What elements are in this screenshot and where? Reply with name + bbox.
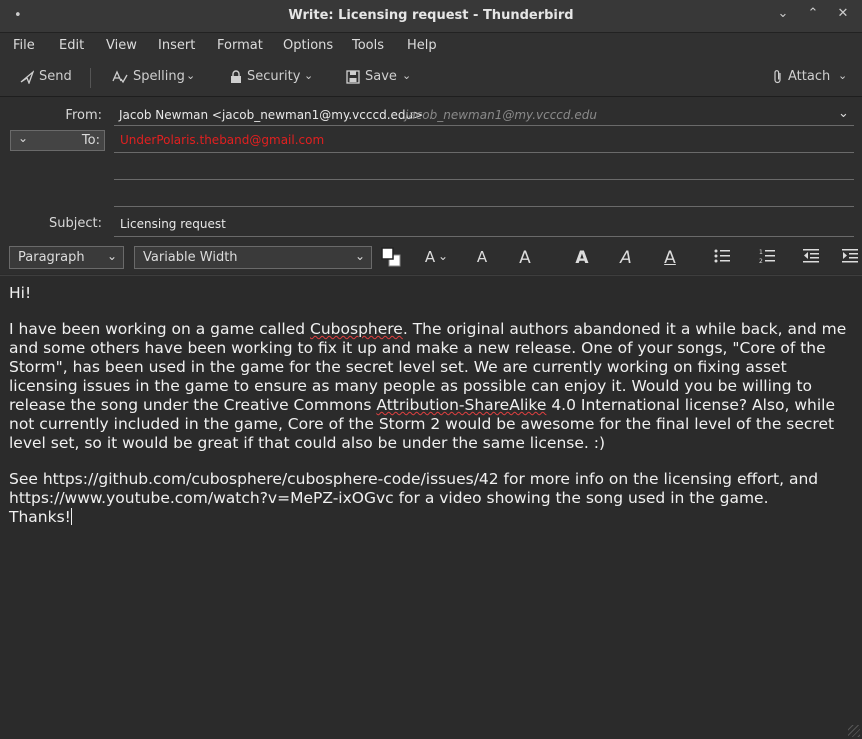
format-toolbar: Paragraph ⌄ Variable Width ⌄ A ⌄ A A A A… xyxy=(0,242,862,274)
menu-help[interactable]: Help xyxy=(407,38,437,53)
window-title: Write: Licensing request - Thunderbird xyxy=(288,8,574,23)
paragraph-format-select[interactable]: Paragraph ⌄ xyxy=(9,246,124,269)
body-greeting: Hi! xyxy=(9,284,32,302)
menu-insert[interactable]: Insert xyxy=(158,38,195,53)
font-family-select[interactable]: Variable Width ⌄ xyxy=(134,246,372,269)
menu-edit[interactable]: Edit xyxy=(59,38,84,53)
outdent-icon[interactable] xyxy=(803,248,827,264)
subject-label: Subject: xyxy=(49,216,102,231)
misspelled-word: Cubosphere xyxy=(310,320,403,338)
menu-tools[interactable]: Tools xyxy=(352,38,384,53)
chevron-down-icon: ⌄ xyxy=(18,131,29,145)
send-label: Send xyxy=(39,69,72,84)
svg-text:1: 1 xyxy=(759,249,763,256)
message-body-editor[interactable]: Hi! I have been working on a game called… xyxy=(0,275,862,739)
bulleted-list-icon[interactable] xyxy=(714,248,738,264)
security-button[interactable]: Security xyxy=(230,69,300,84)
save-dropdown-chevron-down-icon[interactable]: ⌄ xyxy=(402,69,411,82)
save-label: Save xyxy=(365,69,397,84)
paragraph-format-value: Paragraph xyxy=(18,250,85,265)
to-recipient[interactable]: UnderPolaris.theband@gmail.com xyxy=(120,133,324,147)
empty-recipient-row-1[interactable] xyxy=(114,179,854,180)
attach-button[interactable]: Attach xyxy=(773,69,830,84)
send-button[interactable]: Send xyxy=(20,69,72,84)
font-size-chevron-down-icon[interactable]: ⌄ xyxy=(438,249,448,263)
from-identity[interactable]: Jacob Newman <jacob_newman1@my.vcccd.edu… xyxy=(119,108,423,122)
menu-bar: File Edit View Insert Format Options Too… xyxy=(0,33,862,58)
body-paragraph-1: I have been working on a game called Cub… xyxy=(9,320,853,453)
body-thanks: Thanks! xyxy=(9,508,71,526)
from-underline xyxy=(114,125,854,126)
body-signoff: Thanks! xyxy=(9,508,853,527)
to-underline xyxy=(114,152,854,153)
spelling-label: Spelling xyxy=(133,69,185,84)
security-dropdown-chevron-down-icon[interactable]: ⌄ xyxy=(304,69,313,82)
resize-grip[interactable] xyxy=(848,725,860,737)
chevron-down-icon: ⌄ xyxy=(106,249,117,263)
title-bar: • Write: Licensing request - Thunderbird… xyxy=(0,0,862,33)
attach-label: Attach xyxy=(788,69,831,84)
from-dropdown-chevron-down-icon[interactable]: ⌄ xyxy=(838,106,849,121)
svg-text:2: 2 xyxy=(759,258,763,264)
increase-font-size-icon[interactable]: A xyxy=(513,248,537,268)
send-icon xyxy=(20,69,34,84)
spelling-dropdown-chevron-down-icon[interactable]: ⌄ xyxy=(186,69,195,82)
body-text: I have been working on a game called xyxy=(9,320,311,338)
save-button[interactable]: Save xyxy=(346,69,397,84)
from-label: From: xyxy=(65,108,102,123)
minimize-icon[interactable]: ⌄ xyxy=(774,6,792,21)
spelling-button[interactable]: Spelling xyxy=(112,69,185,84)
empty-recipient-row-2[interactable] xyxy=(114,206,854,207)
from-address-hint: jacob_newman1@my.vcccd.edu xyxy=(405,108,597,122)
indent-icon[interactable] xyxy=(842,248,860,264)
body-paragraph-2: See https://github.com/cubosphere/cubosp… xyxy=(9,470,819,507)
text-caret xyxy=(70,508,72,525)
font-family-value: Variable Width xyxy=(143,250,238,265)
save-icon xyxy=(346,69,360,84)
address-header: From: Jacob Newman <jacob_newman1@my.vcc… xyxy=(0,97,862,242)
menu-format[interactable]: Format xyxy=(217,38,263,53)
maximize-icon[interactable]: ⌃ xyxy=(804,6,822,21)
numbered-list-icon[interactable]: 12 xyxy=(759,248,783,264)
lock-icon xyxy=(230,69,242,84)
decrease-font-size-icon[interactable]: A xyxy=(470,248,494,266)
italic-icon[interactable]: A xyxy=(614,248,638,268)
text-color-icon[interactable] xyxy=(380,246,404,268)
bold-icon[interactable]: A xyxy=(570,248,594,268)
subject-input[interactable]: Licensing request xyxy=(120,217,226,231)
recipient-type-select[interactable]: ⌄ To: xyxy=(10,130,105,151)
subject-underline xyxy=(114,236,854,237)
chevron-down-icon: ⌄ xyxy=(354,249,365,263)
close-icon[interactable]: ✕ xyxy=(834,6,852,21)
paperclip-icon xyxy=(773,69,783,84)
attach-dropdown-chevron-down-icon[interactable]: ⌄ xyxy=(838,69,847,82)
compose-toolbar: Send Spelling ⌄ Security ⌄ Save ⌄ Attach… xyxy=(0,58,862,97)
misspelled-word: Attribution-ShareAlike xyxy=(376,396,547,414)
toolbar-separator xyxy=(90,68,91,88)
menu-view[interactable]: View xyxy=(106,38,137,53)
underline-icon[interactable]: A xyxy=(658,248,682,268)
spelling-icon xyxy=(112,69,128,84)
menu-options[interactable]: Options xyxy=(283,38,333,53)
menu-file[interactable]: File xyxy=(13,38,35,53)
to-label: To: xyxy=(81,133,100,148)
security-label: Security xyxy=(247,69,301,84)
